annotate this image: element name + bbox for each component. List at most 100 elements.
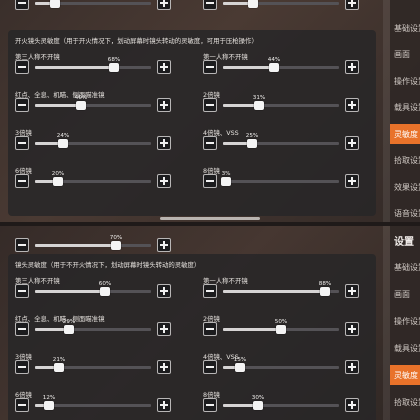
decrease-button[interactable] [15, 60, 29, 74]
decrease-button[interactable] [203, 360, 217, 374]
sensitivity-slider[interactable]: 第一人称不开镜 44% [203, 52, 359, 74]
decrease-button[interactable] [15, 98, 29, 112]
sensitivity-slider[interactable]: 红点、全息、机瞄、侧面瞄准镜 29% [15, 314, 171, 336]
slider-knob[interactable] [53, 177, 63, 186]
slider-track[interactable]: 50% [223, 319, 339, 334]
sensitivity-slider[interactable]: 第三人称不开镜 60% [15, 276, 171, 298]
side-menu-item[interactable]: 效果设置 [390, 177, 420, 197]
decrease-button[interactable] [15, 398, 29, 412]
increase-button[interactable] [157, 98, 171, 112]
slider-knob[interactable] [276, 325, 286, 334]
sensitivity-slider[interactable]: 红点、全息、机瞄、侧面瞄准镜 40% [15, 90, 171, 112]
sensitivity-slider[interactable]: 3倍镜 21% [15, 352, 171, 374]
slider-track[interactable]: 60% [35, 281, 151, 296]
side-menu-item[interactable]: 语音设置 [390, 204, 420, 223]
slider-track[interactable]: 68% [35, 57, 151, 72]
slider-track[interactable]: 15% [223, 357, 339, 372]
side-menu-item[interactable]: 画面 [390, 45, 420, 65]
slider-knob[interactable] [235, 363, 245, 372]
decrease-button[interactable] [15, 322, 29, 336]
slider-track[interactable]: 44% [223, 57, 339, 72]
side-menu-item[interactable]: 拾取设置 [390, 392, 420, 412]
decrease-button[interactable] [15, 238, 29, 252]
sensitivity-slider[interactable]: 8倍镜 30% [203, 390, 359, 412]
side-menu-item[interactable]: 拾取设置 [390, 151, 420, 171]
slider-track[interactable]: 30% [223, 395, 339, 410]
decrease-button[interactable] [15, 174, 29, 188]
slider-track[interactable]: 20% [35, 171, 151, 186]
decrease-button[interactable] [203, 136, 217, 150]
sensitivity-slider[interactable]: 4倍镜、VSS 15% [203, 352, 359, 374]
slider-partial-right[interactable] [203, 0, 359, 10]
slider-track[interactable] [223, 0, 339, 8]
decrease-button[interactable] [203, 60, 217, 74]
decrease-button[interactable] [203, 174, 217, 188]
side-menu-item[interactable]: 基础设置 [390, 257, 420, 277]
slider-knob[interactable] [269, 63, 279, 72]
side-menu-item[interactable]: 基础设置 [390, 18, 420, 38]
slider-knob[interactable] [100, 287, 110, 296]
slider-knob[interactable] [109, 63, 119, 72]
increase-button[interactable] [157, 284, 171, 298]
side-menu-item[interactable]: 灵敏度 [390, 365, 420, 385]
increase-button[interactable] [345, 0, 359, 10]
slider-knob[interactable] [247, 139, 257, 148]
increase-button[interactable] [157, 398, 171, 412]
increase-button[interactable] [345, 98, 359, 112]
sensitivity-slider[interactable]: 2倍镜 31% [203, 90, 359, 112]
home-indicator[interactable] [160, 217, 260, 220]
increase-button[interactable] [345, 136, 359, 150]
sensitivity-slider[interactable]: 2倍镜 50% [203, 314, 359, 336]
increase-button[interactable] [157, 238, 171, 252]
slider-knob[interactable] [320, 287, 330, 296]
slider-knob[interactable] [221, 177, 231, 186]
decrease-button[interactable] [203, 98, 217, 112]
slider-track[interactable] [35, 0, 151, 8]
slider-track[interactable]: 31% [223, 95, 339, 110]
slider-track[interactable]: 25% [223, 133, 339, 148]
increase-button[interactable] [157, 360, 171, 374]
decrease-button[interactable] [15, 284, 29, 298]
slider-track[interactable]: 21% [35, 357, 151, 372]
slider-knob[interactable] [54, 363, 64, 372]
decrease-button[interactable] [15, 0, 29, 10]
increase-button[interactable] [157, 60, 171, 74]
slider-knob[interactable] [64, 325, 74, 334]
sensitivity-slider[interactable]: 6倍镜 12% [15, 390, 171, 412]
increase-button[interactable] [345, 60, 359, 74]
increase-button[interactable] [157, 0, 171, 10]
slider-knob[interactable] [50, 0, 60, 8]
sensitivity-slider[interactable]: 6倍镜 20% [15, 166, 171, 188]
slider-knob[interactable] [254, 101, 264, 110]
slider-track[interactable]: 3% [221, 171, 339, 186]
side-menu-item[interactable]: 灵敏度 [390, 124, 420, 144]
slider-track[interactable]: 12% [35, 395, 151, 410]
side-menu-item[interactable]: 载具设置 [390, 98, 420, 118]
decrease-button[interactable] [15, 360, 29, 374]
side-menu-item[interactable]: 操作设置 [390, 311, 420, 331]
slider-track[interactable]: 88% [223, 281, 339, 296]
sensitivity-slider[interactable]: 第三人称不开镜 68% [15, 52, 171, 74]
slider-track[interactable]: 70% [35, 235, 151, 250]
slider-partial-left[interactable] [15, 0, 171, 10]
slider-knob[interactable] [44, 401, 54, 410]
slider-track[interactable]: 29% [35, 319, 151, 334]
side-menu-item[interactable]: 操作设置 [390, 71, 420, 91]
increase-button[interactable] [345, 398, 359, 412]
decrease-button[interactable] [203, 284, 217, 298]
increase-button[interactable] [345, 284, 359, 298]
slider-knob[interactable] [248, 0, 258, 8]
increase-button[interactable] [157, 136, 171, 150]
slider-knob[interactable] [253, 401, 263, 410]
slider-track[interactable]: 24% [35, 133, 151, 148]
increase-button[interactable] [157, 322, 171, 336]
increase-button[interactable] [345, 174, 359, 188]
sensitivity-slider[interactable]: 第一人称不开镜 88% [203, 276, 359, 298]
decrease-button[interactable] [203, 322, 217, 336]
decrease-button[interactable] [203, 398, 217, 412]
side-menu-item[interactable]: 画面 [390, 284, 420, 304]
slider-top[interactable]: 70% [15, 230, 171, 252]
increase-button[interactable] [345, 360, 359, 374]
slider-knob[interactable] [76, 101, 86, 110]
sensitivity-slider[interactable]: 8倍镜 3% [203, 166, 359, 188]
